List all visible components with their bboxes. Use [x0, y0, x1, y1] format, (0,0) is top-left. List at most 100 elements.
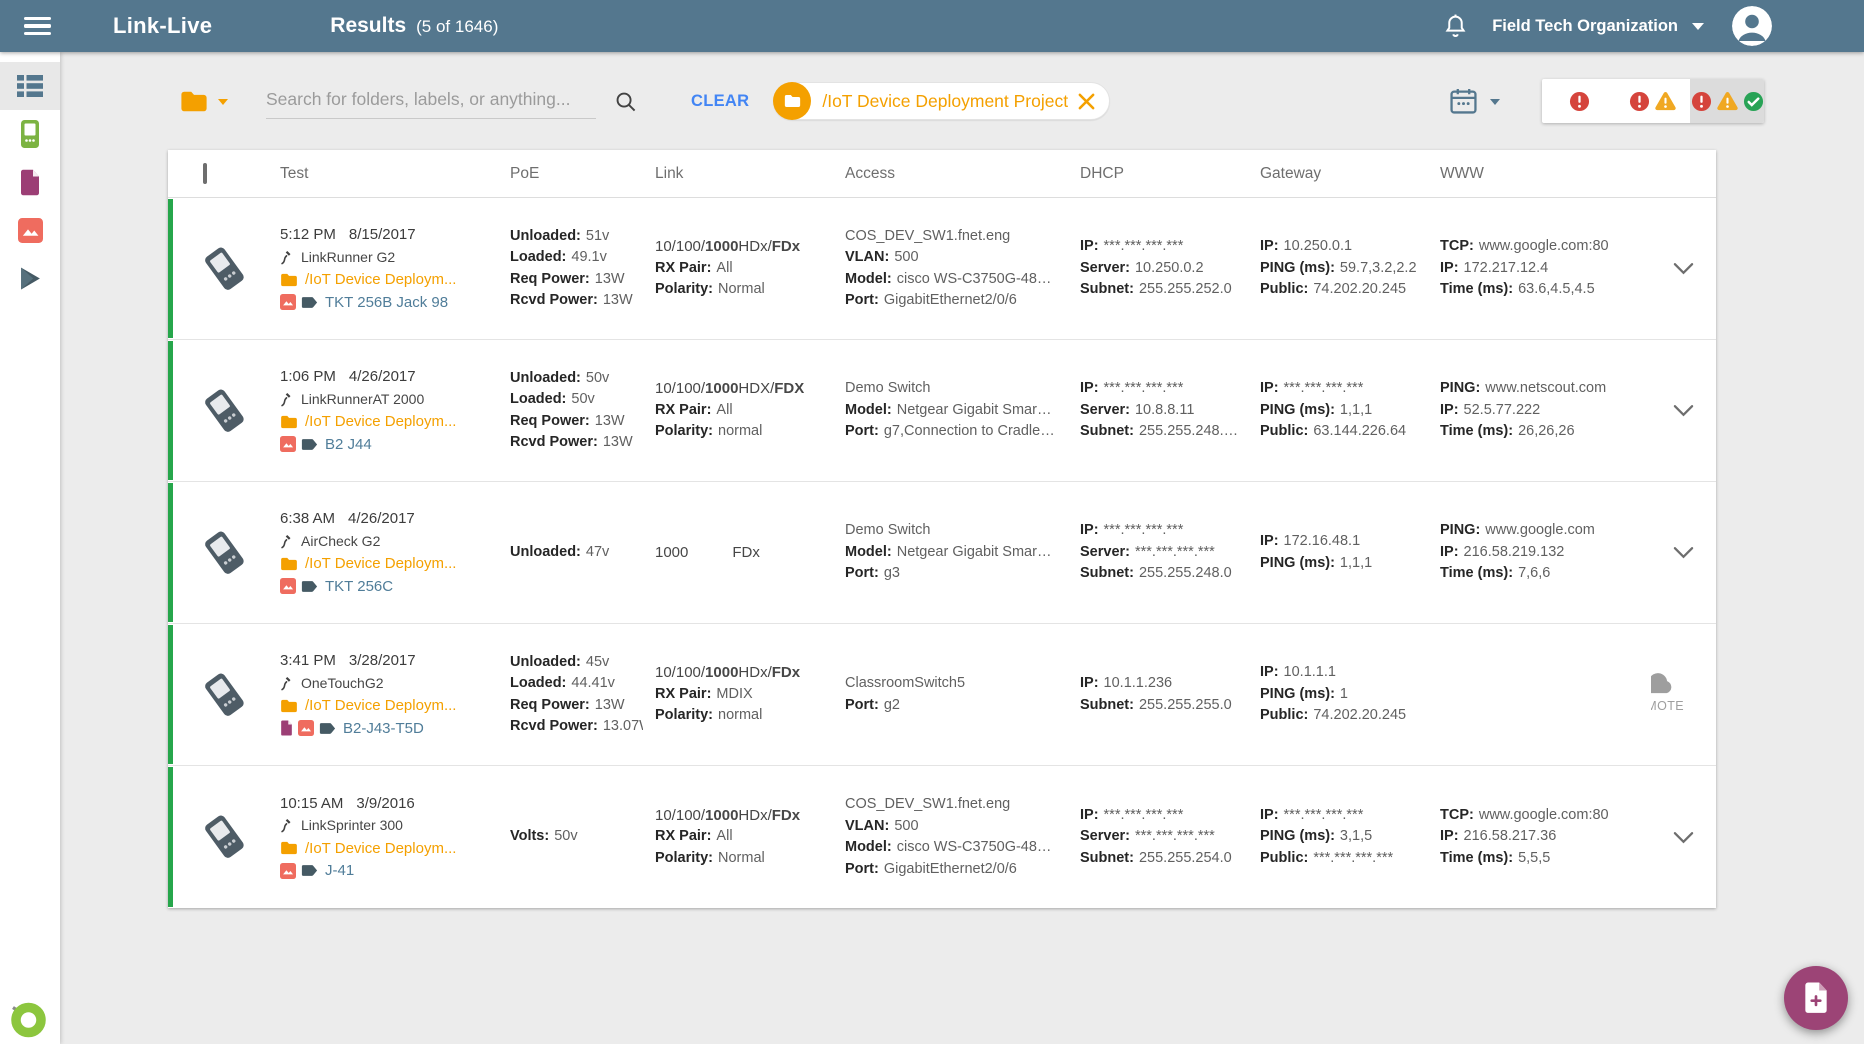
- gateway-cell: IP: 172.16.48.1 PING (ms): 1,1,1: [1260, 482, 1440, 623]
- close-icon[interactable]: [1077, 92, 1096, 111]
- photo-icon: [280, 862, 296, 879]
- field-line: PING (ms): 1,1,1: [1260, 554, 1373, 571]
- access-cell: Demo Switch Model: Netgear Gigabit Smar… Po…: [845, 482, 1080, 623]
- folder-link[interactable]: /IoT Device Deploym...: [305, 695, 456, 717]
- field-line: IP: ***.***.***.***: [1080, 806, 1184, 823]
- folder-chip-icon: [773, 82, 812, 120]
- organization-name: Field Tech Organization: [1492, 16, 1678, 35]
- field-line: COS_DEV_SW1.fnet.eng: [845, 227, 1011, 244]
- folder-filter-button[interactable]: [180, 90, 228, 113]
- label-link[interactable]: TKT 256C: [325, 576, 393, 598]
- sidebar-item-handheld-testers[interactable]: [0, 110, 60, 158]
- cable-icon: [281, 534, 291, 549]
- field-line: Model: cisco WS-C3750G-48…: [845, 839, 1052, 855]
- chevron-down-icon[interactable]: [1673, 262, 1694, 275]
- link-details: RX Pair: All Polarity: Normal: [655, 258, 833, 301]
- folder-icon: [281, 842, 297, 855]
- folder-link[interactable]: /IoT Device Deploym...: [305, 411, 456, 433]
- table-row[interactable]: 3:41 PM 3/28/2017 OneTouchG2 /IoT Device…: [168, 624, 1716, 766]
- label-link[interactable]: B2 J44: [325, 434, 372, 456]
- device-name: LinkRunnerAT 2000: [301, 390, 425, 407]
- link-cell: 10/100/1000HDx/FDx RX Pair: All Polarity: N…: [655, 766, 845, 908]
- field-line: Port: g3: [845, 565, 900, 582]
- chevron-down-icon[interactable]: [1673, 831, 1694, 844]
- field-line: PING: www.google.com: [1440, 522, 1595, 539]
- field-line: PING: www.netscout.com: [1440, 380, 1607, 397]
- bell-icon[interactable]: [1443, 13, 1468, 40]
- folder-link[interactable]: /IoT Device Deploym...: [305, 269, 456, 291]
- folder-link[interactable]: /IoT Device Deploym...: [305, 553, 456, 575]
- table-row[interactable]: 5:12 PM 8/15/2017 LinkRunner G2 /IoT Dev…: [168, 198, 1716, 340]
- search-input[interactable]: [266, 83, 596, 119]
- date-range-button[interactable]: [1450, 88, 1500, 114]
- www-cell: PING: www.google.com IP: 216.58.219.132 Time…: [1440, 482, 1651, 623]
- tester-device-icon: [205, 531, 244, 574]
- field-line: Polarity: Normal: [655, 281, 765, 298]
- device-thumbnail-cell: [168, 340, 280, 481]
- table-row[interactable]: 10:15 AM 3/9/2016 LinkSprinter 300 /IoT …: [168, 766, 1716, 908]
- field-line: PING (ms): 1,1,1: [1260, 401, 1373, 418]
- field-line: Public: 63.144.226.64: [1260, 423, 1407, 440]
- field-line: Public: 74.202.20.245: [1260, 281, 1407, 298]
- folder-link[interactable]: /IoT Device Deploym...: [305, 838, 456, 860]
- search-icon[interactable]: [614, 90, 637, 113]
- link-mode: 10/100/1000HDX/FDX: [655, 378, 833, 400]
- caret-down-icon: [218, 98, 228, 110]
- field-line: COS_DEV_SW1.fnet.eng: [845, 796, 1011, 812]
- field-line: Subnet: 255.255.248.…: [1080, 423, 1239, 440]
- field-line: Polarity: normal: [655, 423, 763, 440]
- field-line: Port: GigabitEthernet2/0/6: [845, 860, 1017, 877]
- table-row[interactable]: 1:06 PM 4/26/2017 LinkRunnerAT 2000 /IoT…: [168, 340, 1716, 482]
- chevron-down-icon[interactable]: [1673, 546, 1694, 559]
- menu-icon[interactable]: [24, 16, 51, 36]
- table-row[interactable]: 6:38 AM 4/26/2017 AirCheck G2 /IoT Devic…: [168, 482, 1716, 624]
- device-name: AirCheck G2: [301, 532, 381, 549]
- clear-filters-button[interactable]: CLEAR: [691, 92, 749, 111]
- poe-cell: Unloaded: 47v: [510, 482, 655, 623]
- label-link[interactable]: J-41: [325, 860, 354, 882]
- document-report-icon: [21, 169, 39, 195]
- label-line: B2-J43-T5D: [280, 718, 498, 740]
- filter-all-results-button[interactable]: [1690, 79, 1764, 123]
- device-name: OneTouchG2: [301, 674, 384, 691]
- label-link[interactable]: TKT 256B Jack 98: [325, 292, 448, 314]
- organization-selector[interactable]: Field Tech Organization: [1492, 16, 1704, 36]
- column-header-access: Access: [845, 164, 895, 182]
- account-icon[interactable]: [1732, 6, 1772, 46]
- link-mode-part: FDx: [771, 238, 801, 256]
- top-app-bar: Link-Live Results (5 of 1646) Field Tech…: [0, 0, 1864, 52]
- link-cell: 10/100/1000HDX/FDX RX Pair: All Polarity: n…: [655, 340, 845, 481]
- field-line: Unloaded: 51v: [510, 227, 610, 244]
- test-datetime: 10:15 AM 3/9/2016: [280, 793, 498, 815]
- app-brand[interactable]: Link-Live: [113, 13, 212, 39]
- row-actions-cell: [1651, 198, 1716, 339]
- sidebar-item-play-store[interactable]: [0, 254, 60, 302]
- chevron-down-icon[interactable]: [1673, 404, 1694, 417]
- field-line: IP: 216.58.217.36: [1440, 828, 1557, 845]
- link-mode-part: FDX: [774, 380, 805, 398]
- sidebar-item-image-reports[interactable]: [0, 206, 60, 254]
- sidebar-item-results[interactable]: [0, 62, 60, 110]
- filter-errors-warnings-button[interactable]: [1616, 79, 1690, 123]
- column-header-test: Test: [280, 164, 309, 182]
- field-line: IP: 172.16.48.1: [1260, 533, 1361, 549]
- select-all-checkbox[interactable]: [203, 162, 207, 184]
- label-link[interactable]: B2-J43-T5D: [343, 718, 424, 740]
- link-mode-part: 10/100/: [655, 664, 706, 682]
- field-line: Polarity: Normal: [655, 849, 765, 866]
- field-line: Time (ms): 26,26,26: [1440, 423, 1575, 440]
- label-line: J-41: [280, 860, 498, 882]
- tag-icon: [301, 580, 318, 592]
- folder-filter-chip[interactable]: /IoT Device Deployment Project: [773, 82, 1111, 120]
- field-line: Server: 10.250.0.2: [1080, 259, 1204, 276]
- field-line: IP: 10.1.1.236: [1080, 675, 1173, 691]
- link-mode-part: HDx/: [738, 664, 772, 682]
- filter-errors-button[interactable]: [1542, 79, 1616, 123]
- link-mode-part: 1000: [705, 664, 739, 682]
- create-report-fab[interactable]: [1784, 966, 1848, 1030]
- test-date: 4/26/2017: [348, 368, 416, 385]
- caret-down-icon: [1692, 23, 1704, 36]
- field-line: Loaded: 44.41v: [510, 675, 615, 691]
- device-name: LinkRunner G2: [301, 248, 396, 265]
- sidebar-item-document-reports[interactable]: [0, 158, 60, 206]
